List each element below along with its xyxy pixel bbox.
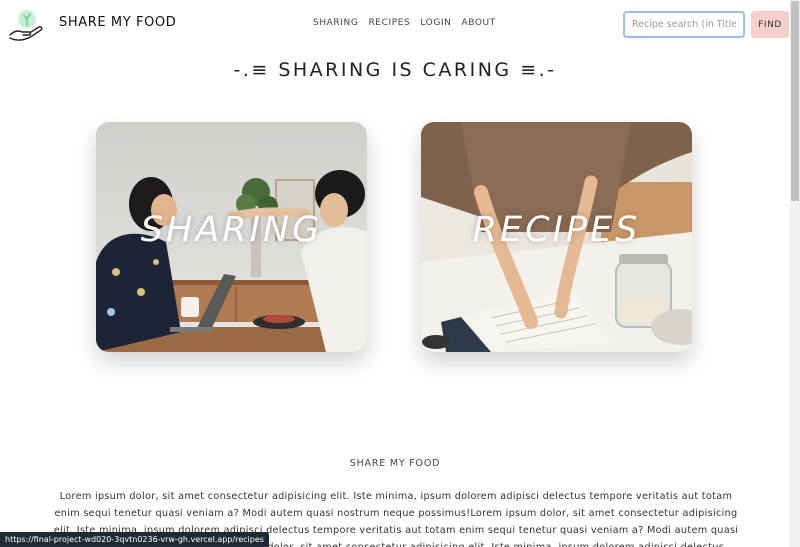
- recipe-search-input[interactable]: [623, 11, 745, 38]
- tagline: -.≡ SHARING IS CARING ≡.-: [233, 59, 557, 81]
- site-brand[interactable]: SHARE MY FOOD: [59, 15, 176, 30]
- sharing-card-label: SHARING: [140, 210, 323, 250]
- nav-link-login[interactable]: LOGIN: [420, 18, 451, 28]
- sharing-card[interactable]: SHARING: [96, 122, 367, 352]
- recipes-card[interactable]: RECIPES: [421, 122, 692, 352]
- footer-title: SHARE MY FOOD: [349, 458, 441, 469]
- main-nav: SHARING RECIPES LOGIN ABOUT: [313, 18, 496, 28]
- recipes-card-label: RECIPES: [472, 210, 641, 250]
- nav-link-about[interactable]: ABOUT: [462, 18, 496, 28]
- nav-link-sharing[interactable]: SHARING: [313, 18, 358, 28]
- nav-link-recipes[interactable]: RECIPES: [368, 18, 410, 28]
- scrollbar-thumb[interactable]: [791, 1, 799, 201]
- page-scrollbar[interactable]: [790, 0, 800, 547]
- site-header: SHARE MY FOOD SHARING RECIPES LOGIN ABOU…: [0, 0, 790, 48]
- hand-holding-plant-icon[interactable]: [8, 9, 44, 43]
- find-button[interactable]: FIND: [751, 11, 789, 38]
- link-status-bar: https://final-project-wd020-3qvtn0236-vr…: [0, 532, 269, 547]
